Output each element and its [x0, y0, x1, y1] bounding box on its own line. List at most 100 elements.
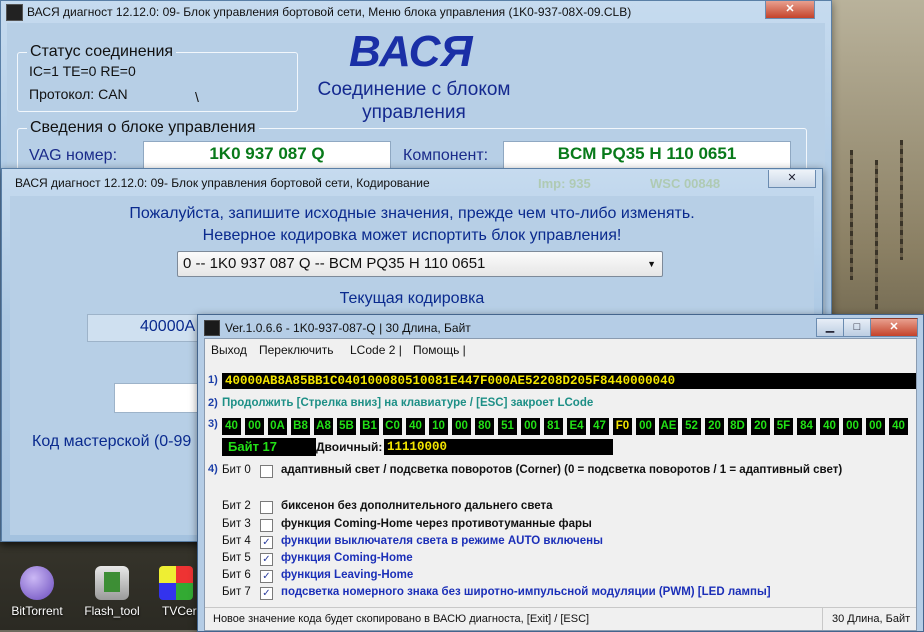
byte-cell[interactable]: 51 — [498, 418, 517, 435]
app-icon — [6, 4, 23, 21]
byte-cell[interactable]: B1 — [360, 418, 379, 435]
status-group-title: Статус соединения — [27, 43, 177, 61]
byte-cell[interactable]: 5B — [337, 418, 356, 435]
desktop-icon-tvcer[interactable]: TVCer — [152, 566, 200, 618]
desktop-icon-bittorrent[interactable]: BitTorrent — [2, 566, 72, 618]
hidden-imp-value: Imp: 935 — [538, 176, 591, 191]
desktop-icon-label: TVCer — [162, 604, 197, 618]
bit-list: Бит 0 адаптивный свет / подсветка поворот… — [205, 459, 915, 609]
bit-description: функция Coming-Home — [281, 552, 413, 564]
workshop-code-input[interactable] — [114, 383, 208, 413]
bit-checkbox[interactable] — [260, 465, 273, 478]
desktop-icon-flash-tool[interactable]: Flash_tool — [77, 566, 147, 618]
byte-cell[interactable]: 40 — [820, 418, 839, 435]
byte-cell[interactable]: 5F — [774, 418, 793, 435]
connection-subtitle-line2: управления — [362, 102, 466, 123]
byte-cell[interactable]: 8D — [728, 418, 747, 435]
lcode-window-title: Ver.1.0.6.6 - 1K0-937-087-Q | 30 Длина, … — [225, 321, 471, 335]
status-group — [17, 52, 298, 112]
lcode-minimize-button[interactable]: ▁ — [816, 318, 844, 337]
checkmark-icon: ✓ — [262, 537, 271, 548]
lcode-close-button[interactable]: ✕ — [870, 318, 918, 337]
info-group-title: Сведения о блоке управления — [27, 119, 259, 137]
desktop-icon-label: Flash_tool — [84, 604, 140, 618]
lcode-app-icon — [204, 320, 220, 336]
checkmark-icon: ✓ — [262, 571, 271, 582]
wallpaper-chain — [875, 160, 878, 310]
bit-description: адаптивный свет / подсветка поворотов (C… — [281, 464, 843, 476]
byte-cell[interactable]: 40 — [406, 418, 425, 435]
byte-cell[interactable]: 00 — [452, 418, 471, 435]
byte-cell[interactable]: 52 — [682, 418, 701, 435]
byte-cell[interactable]: 40 — [889, 418, 908, 435]
byte-cell[interactable]: 00 — [245, 418, 264, 435]
lcode-menubar: Выход Переключить LCode 2 | Помощь | — [205, 339, 916, 359]
bit-checkbox[interactable] — [260, 519, 273, 532]
byte-cell[interactable]: AE — [659, 418, 678, 435]
lcode-statusbar: Новое значение кода будет скопировано в … — [205, 607, 916, 630]
binary-value: 11110000 — [384, 439, 613, 455]
minimize-icon: ▁ — [825, 321, 835, 333]
lcode-client: Выход Переключить LCode 2 | Помощь | 1) … — [204, 338, 917, 631]
byte-cell[interactable]: 20 — [705, 418, 724, 435]
bit-description: биксенон без дополнительного дальнего св… — [281, 500, 553, 512]
byte-cell[interactable]: 84 — [797, 418, 816, 435]
byte-cell[interactable]: 47 — [590, 418, 609, 435]
byte-cell[interactable]: 40 — [222, 418, 241, 435]
main-close-button[interactable]: ✕ — [765, 1, 815, 19]
byte-cell[interactable]: C0 — [383, 418, 402, 435]
app-logo: ВАСЯ — [349, 27, 473, 76]
close-icon: ✕ — [889, 321, 899, 333]
hidden-wsc-value: WSC 00848 — [650, 176, 721, 191]
lcode-window: Ver.1.0.6.6 - 1K0-937-087-Q | 30 Длина, … — [197, 314, 924, 632]
bit-label: Бит 0 — [222, 464, 251, 476]
byte-cell[interactable]: 00 — [843, 418, 862, 435]
lcode-titlebar[interactable]: Ver.1.0.6.6 - 1K0-937-087-Q | 30 Длина, … — [198, 315, 923, 338]
close-icon: ✕ — [785, 3, 795, 15]
byte-cell[interactable]: 0A — [268, 418, 287, 435]
lcode-maximize-button[interactable]: □ — [843, 318, 871, 337]
bit-label: Бит 5 — [222, 552, 251, 564]
bit-label: Бит 3 — [222, 518, 251, 530]
bit-description: функция Leaving-Home — [281, 569, 414, 581]
bit-checkbox[interactable]: ✓ — [260, 536, 273, 549]
main-titlebar[interactable]: ВАСЯ диагност 12.12.0: 09- Блок управлен… — [1, 1, 831, 23]
controller-select[interactable]: 0 -- 1K0 937 087 Q -- BCM PQ35 H 110 065… — [177, 251, 663, 277]
byte-cell[interactable]: 10 — [429, 418, 448, 435]
status-ic-line: IC=1 TE=0 RE=0 — [29, 63, 136, 79]
coding-warning-line1: Пожалуйста, запишите исходные значения, … — [129, 205, 695, 222]
row-number-3: 3) — [208, 418, 218, 430]
coding-string-field[interactable]: 40000AB8A85BB1C040100080510081E447F000AE… — [222, 373, 916, 389]
bit-description: подсветка номерного знака без широтно-им… — [281, 586, 771, 598]
byte-cell[interactable]: B8 — [291, 418, 310, 435]
close-icon: ✕ — [787, 172, 797, 184]
chevron-down-icon: ▼ — [647, 259, 656, 269]
menu-help[interactable]: Помощь | — [413, 343, 466, 357]
bit-checkbox[interactable]: ✓ — [260, 553, 273, 566]
byte-cell[interactable]: 00 — [636, 418, 655, 435]
vag-number-value: 1K0 937 087 Q — [143, 141, 391, 169]
flash-tool-icon — [95, 566, 129, 600]
byte-cell[interactable]: A8 — [314, 418, 333, 435]
bit-checkbox[interactable] — [260, 501, 273, 514]
byte-cell[interactable]: 00 — [521, 418, 540, 435]
byte-cell[interactable]: F0 — [613, 418, 632, 435]
status-left-text: Новое значение кода будет скопировано в … — [213, 613, 590, 625]
byte-cell[interactable]: 20 — [751, 418, 770, 435]
workshop-code-label: Код мастерской (0-99 — [32, 433, 192, 450]
row-number-2: 2) — [208, 397, 218, 409]
coding-window-title: ВАСЯ диагност 12.12.0: 09- Блок управлен… — [15, 176, 430, 190]
byte-cell[interactable]: 80 — [475, 418, 494, 435]
coding-titlebar[interactable]: ВАСЯ диагност 12.12.0: 09- Блок управлен… — [2, 169, 822, 196]
byte-cell[interactable]: 81 — [544, 418, 563, 435]
byte-cell[interactable]: E4 — [567, 418, 586, 435]
status-spinner: \ — [195, 89, 199, 105]
bit-checkbox[interactable]: ✓ — [260, 587, 273, 600]
menu-lcode2[interactable]: LCode 2 | — [350, 343, 402, 357]
menu-switch[interactable]: Переключить — [259, 343, 333, 357]
menu-exit[interactable]: Выход — [211, 343, 247, 357]
bit-checkbox[interactable]: ✓ — [260, 570, 273, 583]
byte-cell[interactable]: 00 — [866, 418, 885, 435]
bit-label: Бит 2 — [222, 500, 251, 512]
coding-close-button[interactable]: ✕ — [768, 170, 816, 188]
